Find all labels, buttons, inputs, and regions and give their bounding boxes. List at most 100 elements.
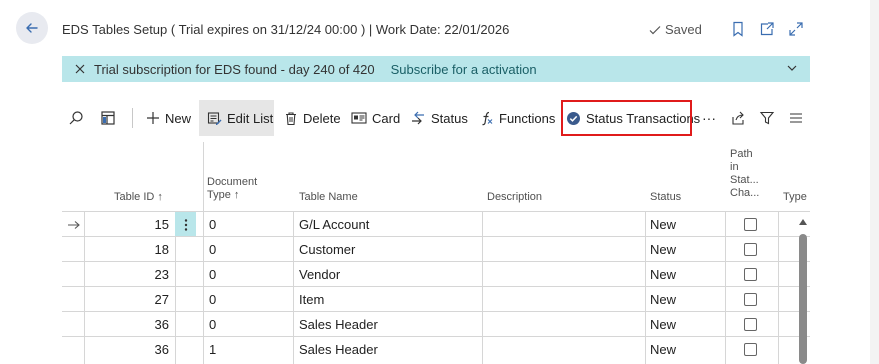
back-button[interactable] xyxy=(16,12,48,44)
card-label: Card xyxy=(372,110,401,126)
table-row[interactable]: 36 0 Sales Header New xyxy=(62,311,810,337)
current-row-arrow-icon xyxy=(64,212,84,237)
cell-path-checkbox[interactable] xyxy=(744,262,757,287)
cell-table-name[interactable]: Sales Header xyxy=(299,312,378,337)
more-options-icon: ··· xyxy=(702,110,716,126)
cell-path-checkbox[interactable] xyxy=(744,312,757,337)
cell-document-type[interactable]: 1 xyxy=(209,337,216,362)
layout-button[interactable] xyxy=(100,100,116,136)
cell-table-id[interactable]: 18 xyxy=(84,237,169,262)
new-button[interactable]: New xyxy=(146,100,191,136)
search-button[interactable] xyxy=(68,100,84,136)
cell-table-id[interactable]: 27 xyxy=(84,287,169,312)
page-title: EDS Tables Setup ( Trial expires on 31/1… xyxy=(62,22,510,37)
status-arrows-icon xyxy=(412,111,424,125)
table-row[interactable]: 27 0 Item New xyxy=(62,286,810,312)
column-header-description[interactable]: Description xyxy=(487,191,542,204)
close-icon[interactable] xyxy=(74,63,86,75)
column-header-path-line1: Path xyxy=(730,148,753,160)
table-row[interactable]: 36 1 Sales Header New xyxy=(62,336,810,362)
cell-document-type[interactable]: 0 xyxy=(209,312,216,337)
column-header-path-line4: Cha... xyxy=(730,187,760,199)
card-icon xyxy=(351,112,367,124)
edit-list-button[interactable]: Edit List xyxy=(199,100,274,136)
column-header-table-id[interactable]: Table ID ↑ xyxy=(114,191,163,204)
filter-icon xyxy=(759,111,775,125)
table-row[interactable]: 23 0 Vendor New xyxy=(62,261,810,287)
cell-path-checkbox[interactable] xyxy=(744,212,757,237)
table-row[interactable]: 15 0 G/L Account New xyxy=(62,211,810,237)
cell-document-type[interactable]: 0 xyxy=(209,262,216,287)
cell-table-id[interactable]: 23 xyxy=(84,262,169,287)
function-icon xyxy=(482,111,493,126)
filter-button[interactable] xyxy=(759,100,775,136)
status-button[interactable]: Status xyxy=(410,100,468,136)
status-label: Status xyxy=(431,110,468,126)
scroll-up-icon[interactable] xyxy=(798,218,808,226)
cell-document-type[interactable]: 0 xyxy=(209,237,216,262)
expand-icon[interactable] xyxy=(787,20,805,38)
card-button[interactable]: Card xyxy=(351,100,400,136)
functions-label: Functions xyxy=(499,110,556,126)
column-header-path-in-status-change[interactable]: Path in Stat... Cha... xyxy=(730,148,759,200)
arrow-left-icon xyxy=(26,23,38,33)
cell-table-id[interactable]: 36 xyxy=(84,337,169,362)
cell-table-id[interactable]: 15 xyxy=(84,212,169,237)
more-options-button[interactable]: ··· xyxy=(702,100,716,136)
table-row[interactable]: 18 0 Customer New xyxy=(62,236,810,262)
row-actions-icon[interactable] xyxy=(175,212,196,237)
action-toolbar: New Edit List Delete Card Status Functio… xyxy=(62,100,810,136)
open-new-window-icon[interactable] xyxy=(758,20,776,38)
tables-list: Table ID ↑ Document Type ↑ Table Name De… xyxy=(62,142,810,364)
cell-status[interactable]: New xyxy=(650,312,676,337)
list-view-button[interactable] xyxy=(788,100,804,136)
cell-table-name[interactable]: Item xyxy=(299,287,324,312)
checkbox[interactable] xyxy=(744,318,757,331)
checkbox[interactable] xyxy=(744,218,757,231)
column-header-status[interactable]: Status xyxy=(650,191,681,204)
highlight-box xyxy=(561,100,692,136)
cell-table-id[interactable]: 36 xyxy=(84,312,169,337)
share-icon xyxy=(732,111,744,125)
checkbox[interactable] xyxy=(744,293,757,306)
column-header-path-line3: Stat... xyxy=(730,174,759,186)
checkbox[interactable] xyxy=(744,343,757,356)
cell-status[interactable]: New xyxy=(650,262,676,287)
new-label: New xyxy=(165,110,192,126)
functions-button[interactable]: Functions xyxy=(480,100,555,136)
delete-button[interactable]: Delete xyxy=(284,100,341,136)
cell-path-checkbox[interactable] xyxy=(744,237,757,262)
cell-table-name[interactable]: G/L Account xyxy=(299,212,369,237)
toolbar-divider xyxy=(132,108,133,128)
cell-path-checkbox[interactable] xyxy=(744,287,757,312)
delete-label: Delete xyxy=(303,110,341,126)
column-header-type[interactable]: Type xyxy=(783,191,807,204)
plus-icon xyxy=(147,112,159,124)
search-icon xyxy=(69,111,83,125)
share-button[interactable] xyxy=(730,100,746,136)
cell-document-type[interactable]: 0 xyxy=(209,287,216,312)
cell-status[interactable]: New xyxy=(650,337,676,362)
trash-icon xyxy=(286,111,296,125)
cell-status[interactable]: New xyxy=(650,212,676,237)
cell-document-type[interactable]: 0 xyxy=(209,212,216,237)
bookmark-icon[interactable] xyxy=(729,20,747,38)
cell-status[interactable]: New xyxy=(650,287,676,312)
cell-table-name[interactable]: Vendor xyxy=(299,262,340,287)
cell-path-checkbox[interactable] xyxy=(744,337,757,362)
checkbox[interactable] xyxy=(744,268,757,281)
chevron-down-icon[interactable] xyxy=(786,62,798,77)
cell-table-name[interactable]: Sales Header xyxy=(299,337,378,362)
column-header-table-name[interactable]: Table Name xyxy=(299,191,358,204)
saved-status: Saved xyxy=(648,22,702,37)
scrollbar-thumb[interactable] xyxy=(799,234,807,364)
cell-table-name[interactable]: Customer xyxy=(299,237,355,262)
layout-icon xyxy=(101,111,115,125)
subscribe-link[interactable]: Subscribe for a activation xyxy=(391,62,537,77)
edit-list-icon xyxy=(207,111,222,125)
trial-notification-banner: Trial subscription for EDS found - day 2… xyxy=(62,56,810,82)
saved-label: Saved xyxy=(665,22,702,37)
checkbox[interactable] xyxy=(744,243,757,256)
column-header-document-type[interactable]: Document Type ↑ xyxy=(207,176,257,202)
cell-status[interactable]: New xyxy=(650,237,676,262)
